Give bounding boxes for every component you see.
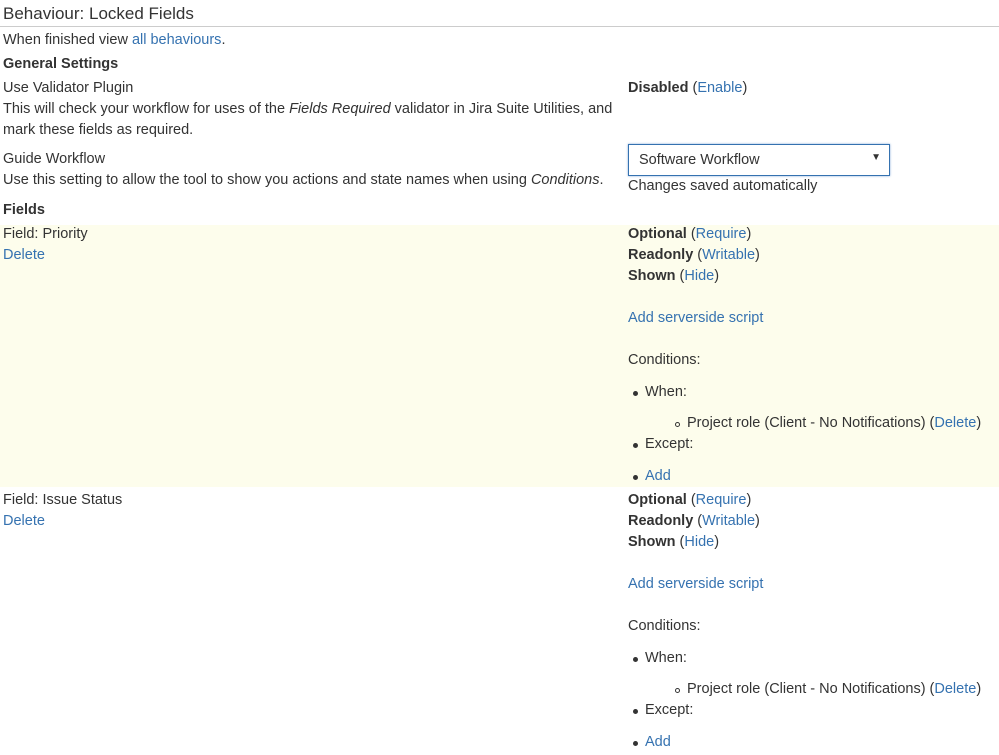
required-setting: Optional (Require) [628, 226, 752, 242]
title-divider [0, 26, 999, 27]
add-serverside-script-link[interactable]: Add serverside script [628, 576, 763, 592]
bullet-icon [633, 741, 638, 746]
condition-item: Project role (Client - No Notifications)… [687, 415, 982, 431]
delete-condition-link[interactable]: Delete [934, 415, 976, 431]
hide-link[interactable]: Hide [684, 534, 714, 550]
general-settings-heading: General Settings [3, 56, 119, 72]
required-status: Optional [628, 492, 687, 508]
changes-saved-note: Changes saved automatically [628, 178, 818, 194]
add-serverside-script-link[interactable]: Add serverside script [628, 310, 763, 326]
hide-link[interactable]: Hide [684, 268, 714, 284]
bullet-icon [633, 709, 638, 714]
shown-status: Shown [628, 268, 676, 284]
intro-prefix: When finished view [3, 32, 132, 48]
guide-workflow-description: Use this setting to allow the tool to sh… [3, 172, 604, 188]
intro-suffix: . [221, 32, 226, 48]
require-link[interactable]: Require [696, 226, 747, 242]
field-name: Field: Issue Status [3, 492, 123, 508]
guide-workflow-selected: Software Workflow [639, 152, 760, 168]
page-title: Behaviour: Locked Fields [3, 4, 194, 23]
shown-setting: Shown (Hide) [628, 268, 720, 284]
readonly-setting: Readonly (Writable) [628, 513, 760, 529]
validator-status-value: Disabled [628, 80, 689, 96]
validator-status: Disabled (Enable) [628, 80, 748, 96]
readonly-setting: Readonly (Writable) [628, 247, 760, 263]
enable-validator-link[interactable]: Enable [697, 80, 742, 96]
add-condition-link[interactable]: Add [645, 734, 671, 750]
except-label: Except: [645, 436, 694, 452]
add-condition-link[interactable]: Add [645, 468, 671, 484]
chevron-down-icon: ▼ [871, 152, 881, 163]
condition-item: Project role (Client - No Notifications)… [687, 681, 982, 697]
bullet-icon [633, 443, 638, 448]
all-behaviours-link[interactable]: all behaviours [132, 32, 221, 48]
required-setting: Optional (Require) [628, 492, 752, 508]
fields-heading: Fields [3, 202, 45, 218]
readonly-status: Readonly [628, 247, 694, 263]
field-row-highlight [0, 225, 999, 487]
required-status: Optional [628, 226, 687, 242]
validator-description: This will check your workflow for uses o… [3, 101, 613, 138]
circle-bullet-icon [675, 688, 680, 693]
delete-field-link[interactable]: Delete [3, 513, 45, 529]
field-name: Field: Priority [3, 226, 88, 242]
delete-condition-link[interactable]: Delete [934, 681, 976, 697]
delete-field-link[interactable]: Delete [3, 247, 45, 263]
except-label: Except: [645, 702, 694, 718]
bullet-icon [633, 475, 638, 480]
require-link[interactable]: Require [696, 492, 747, 508]
shown-setting: Shown (Hide) [628, 534, 720, 550]
when-label: When: [645, 384, 687, 400]
conditions-label: Conditions: [628, 352, 701, 368]
writable-link[interactable]: Writable [702, 247, 755, 263]
circle-bullet-icon [675, 422, 680, 427]
readonly-status: Readonly [628, 513, 694, 529]
bullet-icon [633, 391, 638, 396]
guide-workflow-select[interactable]: Software Workflow ▼ [628, 144, 890, 176]
conditions-label: Conditions: [628, 618, 701, 634]
guide-workflow-label: Guide Workflow [3, 151, 106, 167]
shown-status: Shown [628, 534, 676, 550]
bullet-icon [633, 657, 638, 662]
when-label: When: [645, 650, 687, 666]
validator-label: Use Validator Plugin [3, 80, 134, 96]
intro-line: When finished view all behaviours. [3, 32, 225, 48]
writable-link[interactable]: Writable [702, 513, 755, 529]
